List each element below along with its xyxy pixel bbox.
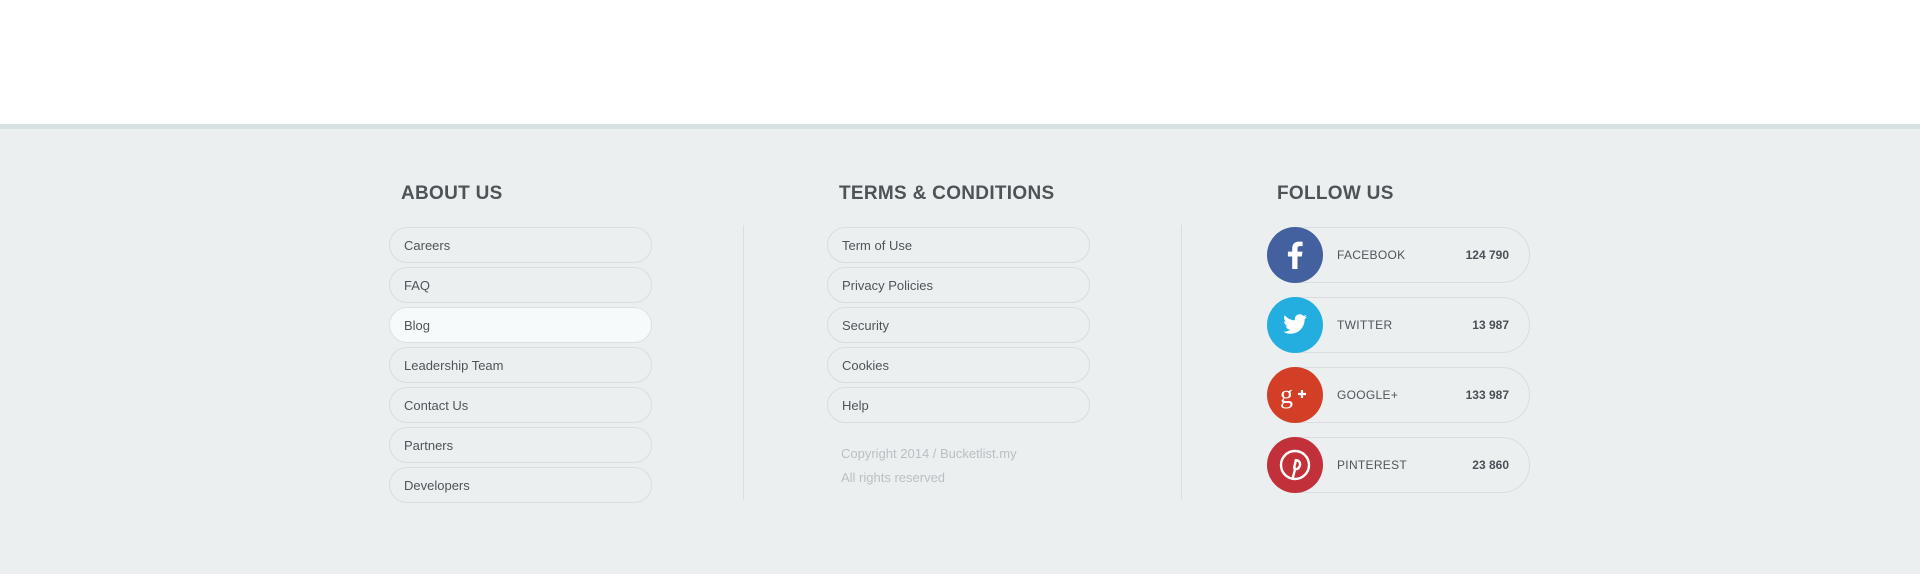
pinterest-label: PINTEREST [1337,458,1408,472]
terms-link-privacy-policies[interactable]: Privacy Policies [827,267,1090,303]
terms-heading: TERMS & CONDITIONS [839,183,1055,204]
facebook-count: 124 790 [1465,248,1509,262]
rights-reserved-text: All rights reserved [841,470,946,485]
column-divider [743,225,744,500]
pinterest-count: 23 860 [1472,458,1509,472]
twitter-icon [1267,297,1323,353]
about-link-partners[interactable]: Partners [389,427,652,463]
about-us-heading: ABOUT US [401,183,503,204]
page-content-area [0,0,1920,124]
column-divider [1181,225,1182,500]
copyright-text: Copyright 2014 / Bucketlist.my [841,446,1017,461]
about-link-contact-us[interactable]: Contact Us [389,387,652,423]
terms-link-security[interactable]: Security [827,307,1090,343]
svg-text:g: g [1280,380,1293,409]
pinterest-link[interactable]: PINTEREST 23 860 [1267,437,1530,493]
twitter-count: 13 987 [1472,318,1509,332]
terms-link-term-of-use[interactable]: Term of Use [827,227,1090,263]
google-plus-count: 133 987 [1465,388,1509,402]
about-link-blog[interactable]: Blog [389,307,652,343]
google-plus-icon: g [1267,367,1323,423]
facebook-label: FACEBOOK [1337,248,1406,262]
about-link-careers[interactable]: Careers [389,227,652,263]
follow-us-heading: FOLLOW US [1277,183,1394,204]
about-link-leadership-team[interactable]: Leadership Team [389,347,652,383]
twitter-link[interactable]: TWITTER 13 987 [1267,297,1530,353]
google-plus-label: GOOGLE+ [1337,388,1399,402]
twitter-label: TWITTER [1337,318,1393,332]
terms-link-help[interactable]: Help [827,387,1090,423]
terms-link-cookies[interactable]: Cookies [827,347,1090,383]
facebook-link[interactable]: FACEBOOK 124 790 [1267,227,1530,283]
about-link-developers[interactable]: Developers [389,467,652,503]
facebook-icon [1267,227,1323,283]
google-plus-link[interactable]: g GOOGLE+ 133 987 [1267,367,1530,423]
about-link-faq[interactable]: FAQ [389,267,652,303]
pinterest-icon [1267,437,1323,493]
